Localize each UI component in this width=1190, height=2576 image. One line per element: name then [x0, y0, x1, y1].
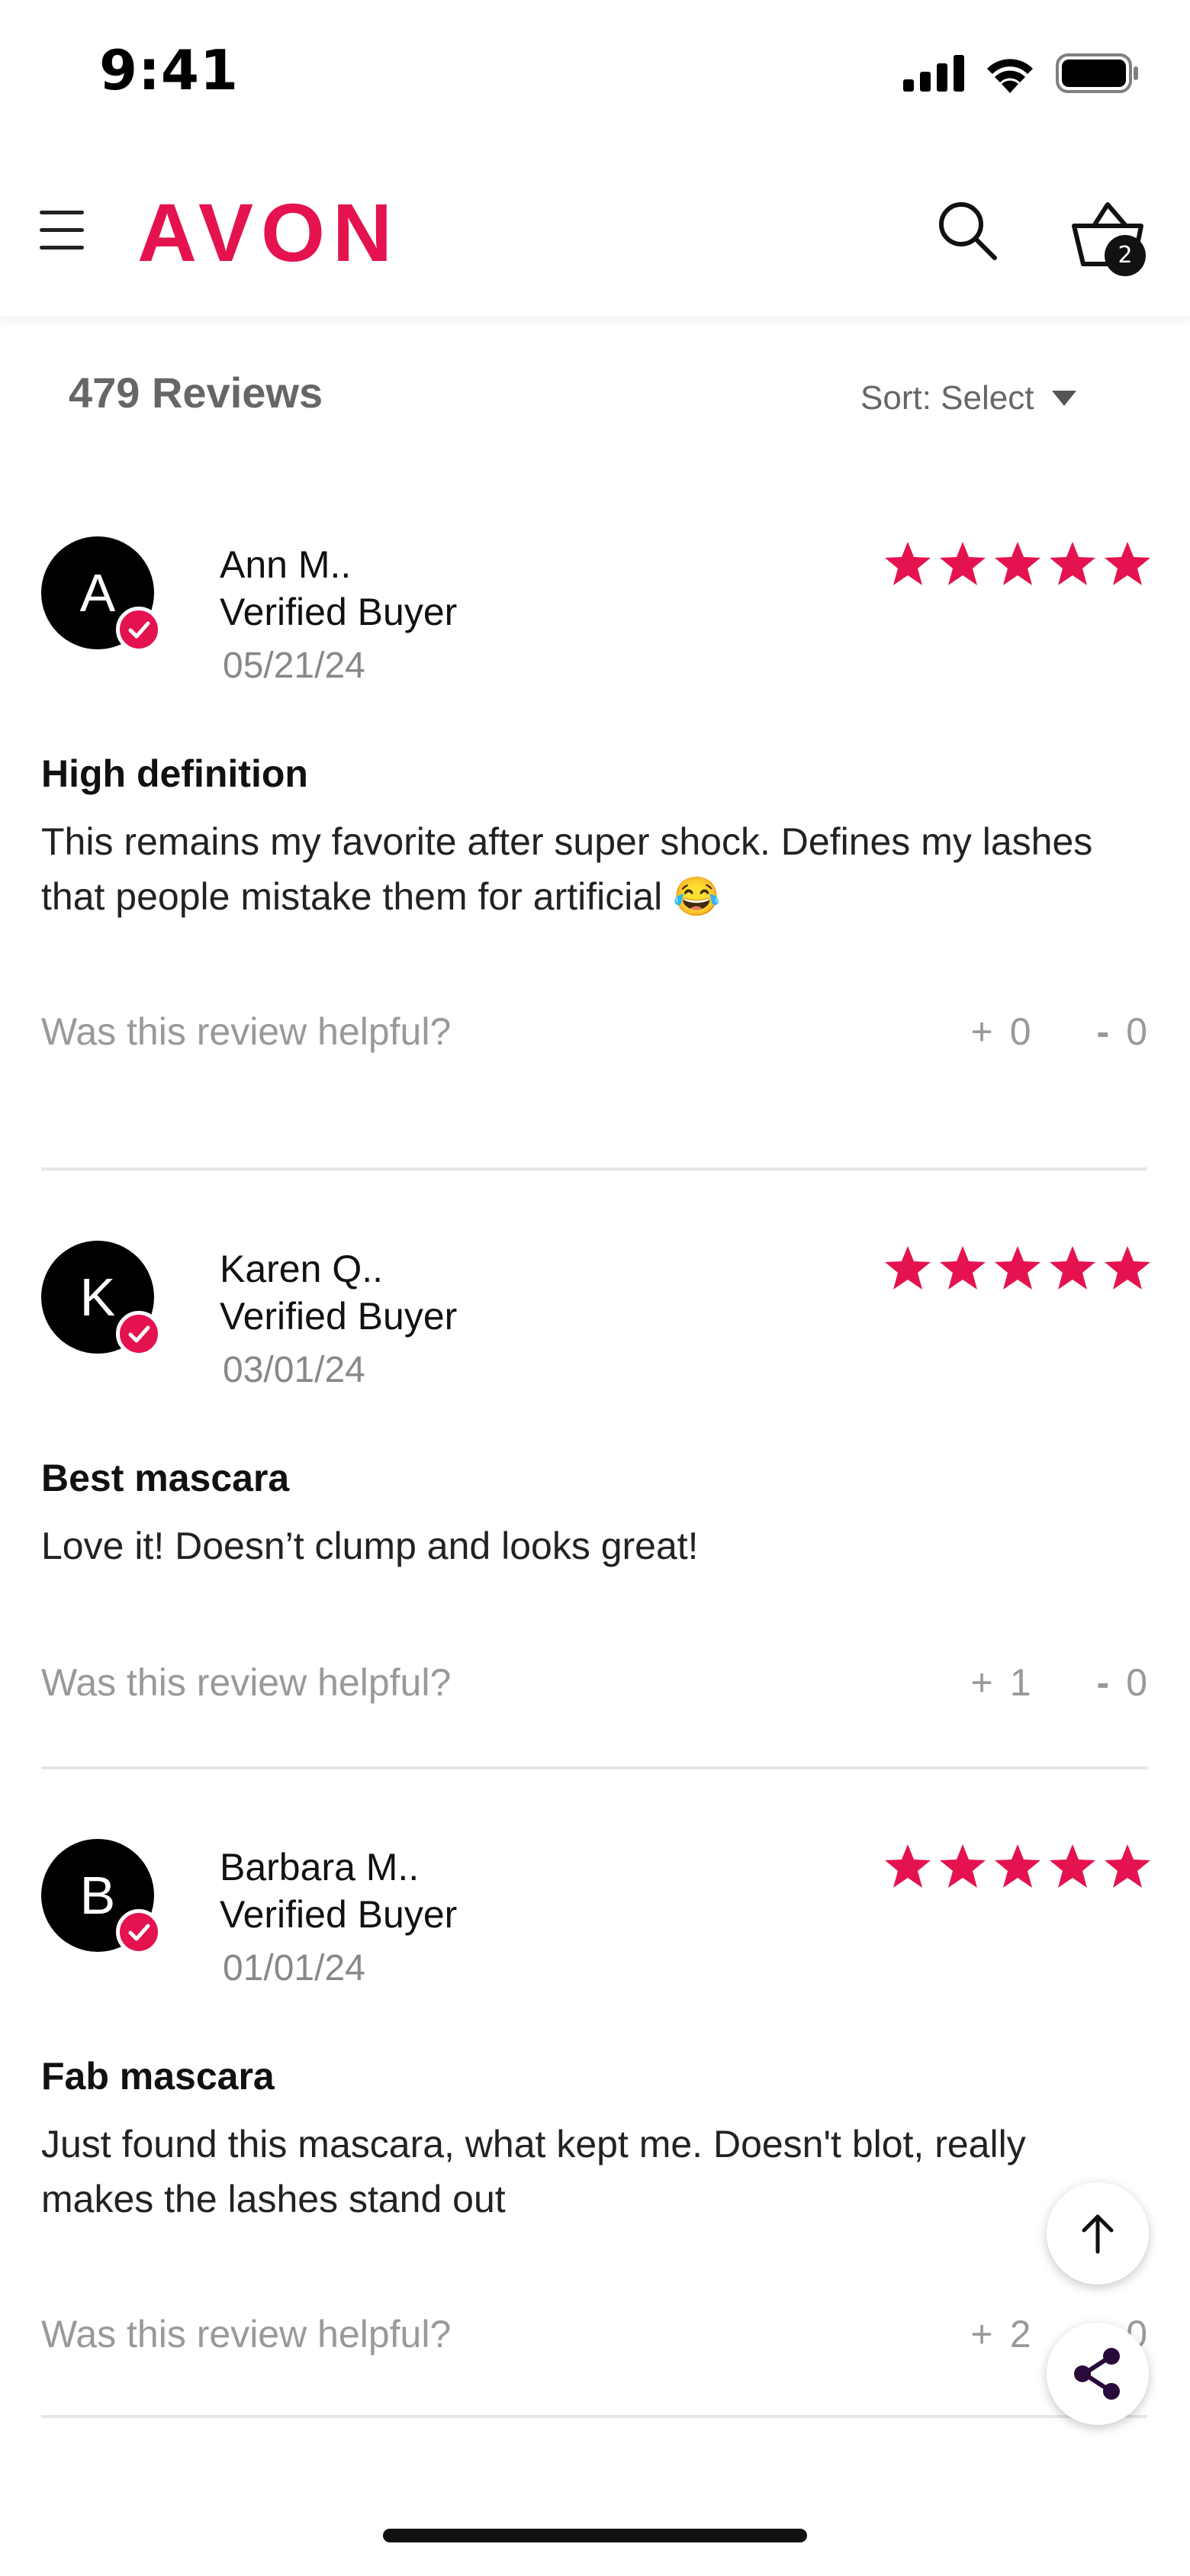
share-button[interactable] — [1047, 2323, 1149, 2425]
star-icon — [1050, 1844, 1095, 1888]
reviewer-name: Barbara M.. — [220, 1846, 420, 1889]
reviewer-status: Verified Buyer — [220, 1893, 458, 1936]
star-icon — [995, 542, 1040, 585]
sort-label: Sort: Select — [860, 379, 1034, 417]
helpful-yes-count: 0 — [1009, 1010, 1031, 1053]
star-rating — [883, 539, 1152, 588]
review-date: 03/01/24 — [223, 1350, 365, 1390]
helpful-no-button[interactable]: - 0 — [1097, 1009, 1147, 1054]
reviewer-name: Karen Q.. — [220, 1248, 383, 1290]
helpful-row: Was this review helpful? + 2 - 0 — [41, 2312, 1147, 2356]
status-icons — [903, 53, 1140, 93]
plus-icon: + — [970, 1661, 993, 1704]
caret-down-icon — [1052, 391, 1077, 406]
helpful-label: Was this review helpful? — [41, 2313, 452, 2355]
star-icon — [995, 1844, 1040, 1888]
star-icon — [885, 542, 931, 585]
helpful-yes-button[interactable]: + 2 — [971, 2312, 1031, 2356]
helpful-yes-count: 1 — [1009, 1661, 1031, 1704]
minus-icon: - — [1096, 1010, 1110, 1053]
star-icon — [940, 542, 986, 585]
star-icon — [1105, 1246, 1150, 1290]
plus-icon: + — [970, 1010, 993, 1053]
review-title: Fab mascara — [41, 2055, 275, 2098]
battery-icon — [1056, 53, 1138, 93]
minus-icon: - — [1096, 1661, 1110, 1704]
wifi-icon — [987, 59, 1033, 93]
star-icon — [940, 1844, 986, 1888]
star-icon — [1105, 542, 1150, 585]
cart-count-badge: 2 — [1105, 235, 1146, 276]
star-icon — [1050, 1246, 1095, 1290]
review-body: Love it! Doesn’t clump and looks great! — [41, 1525, 699, 1567]
reviews-count: 479 Reviews — [69, 369, 323, 417]
scroll-to-top-button[interactable] — [1047, 2182, 1149, 2285]
helpful-no-count: 0 — [1126, 1010, 1147, 1053]
review-title: Best mascara — [41, 1457, 290, 1499]
sort-dropdown[interactable]: Sort: Select — [860, 379, 1077, 417]
arrow-up-icon — [1082, 2214, 1114, 2254]
helpful-row: Was this review helpful? + 0 - 0 — [41, 1009, 1147, 1054]
brand-logo[interactable]: AVON — [137, 185, 400, 280]
divider — [41, 2415, 1147, 2418]
home-indicator[interactable] — [383, 2529, 807, 2542]
helpful-yes-button[interactable]: + 1 — [971, 1660, 1031, 1705]
divider — [41, 1766, 1147, 1769]
review-date: 01/01/24 — [223, 1948, 365, 1988]
helpful-row: Was this review helpful? + 1 - 0 — [41, 1660, 1147, 1705]
helpful-label: Was this review helpful? — [41, 1010, 452, 1053]
helpful-no-button[interactable]: - 0 — [1097, 1660, 1147, 1705]
plus-icon: + — [970, 2313, 993, 2355]
menu-icon[interactable] — [40, 209, 84, 252]
star-rating — [883, 1244, 1152, 1293]
helpful-yes-button[interactable]: + 0 — [971, 1009, 1031, 1054]
verified-check-icon — [116, 1909, 162, 1955]
star-icon — [995, 1246, 1040, 1290]
reviewer-name: Ann M.. — [220, 543, 352, 586]
star-icon — [1105, 1844, 1150, 1888]
star-rating — [883, 1842, 1152, 1891]
helpful-no-count: 0 — [1126, 1661, 1147, 1704]
signal-icon — [903, 55, 964, 92]
helpful-label: Was this review helpful? — [41, 1661, 452, 1704]
review-body: This remains my favorite after super sho… — [41, 820, 1093, 918]
divider — [41, 1167, 1147, 1170]
star-icon — [885, 1844, 931, 1888]
review-body: Just found this mascara, what kept me. D… — [41, 2123, 1026, 2220]
reviewer-status: Verified Buyer — [220, 1295, 458, 1338]
search-icon[interactable] — [937, 200, 998, 261]
review-title: High definition — [41, 752, 308, 795]
app-header: AVON — [0, 153, 1190, 317]
reviewer-status: Verified Buyer — [220, 591, 458, 633]
status-time: 9:41 — [99, 38, 240, 102]
star-icon — [1050, 542, 1095, 585]
star-icon — [940, 1246, 986, 1290]
review-date: 05/21/24 — [223, 646, 365, 686]
helpful-yes-count: 2 — [1009, 2313, 1031, 2355]
share-icon — [1074, 2348, 1120, 2400]
verified-check-icon — [116, 1311, 162, 1357]
status-bar: 9:41 — [0, 0, 1190, 145]
star-icon — [885, 1246, 931, 1290]
verified-check-icon — [116, 607, 162, 652]
